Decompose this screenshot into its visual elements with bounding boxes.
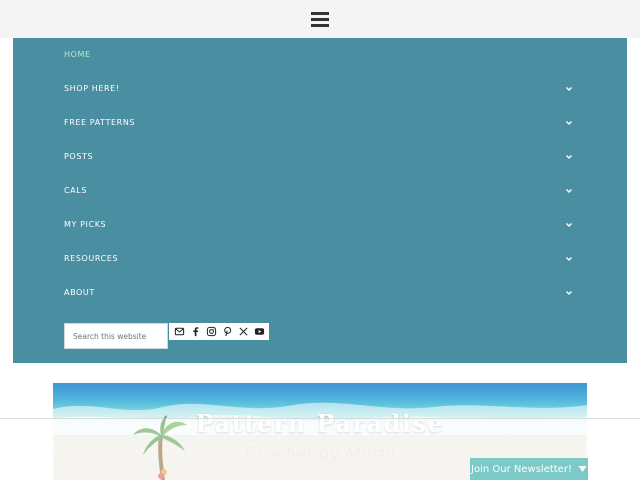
chevron-down-icon[interactable] (564, 186, 574, 196)
search-input[interactable] (64, 323, 168, 349)
menu-item-label: HOME (64, 50, 91, 59)
menu-item-free-patterns[interactable]: FREE PATTERNS (64, 114, 574, 134)
facebook-icon[interactable] (190, 326, 201, 337)
menu-item-label: SHOP HERE! (64, 84, 120, 93)
menu-item-about[interactable]: ABOUT (64, 284, 574, 304)
chevron-down-icon[interactable] (564, 288, 574, 298)
email-icon[interactable] (174, 326, 185, 337)
menu-item-posts[interactable]: POSTS (64, 148, 574, 168)
menu-item-label: MY PICKS (64, 220, 107, 229)
menu-item-label: RESOURCES (64, 254, 119, 263)
menu-item-home[interactable]: HOME (64, 46, 574, 66)
menu-item-shop-here[interactable]: SHOP HERE! (64, 80, 574, 100)
x-icon[interactable] (238, 326, 249, 337)
menu-item-label: CALS (64, 186, 87, 195)
social-icons (169, 323, 269, 340)
mobile-menu: HOME SHOP HERE! FREE PATTERNS POSTS CALS… (13, 38, 627, 363)
triangle-down-icon (578, 466, 587, 472)
chevron-down-icon[interactable] (564, 84, 574, 94)
instagram-icon[interactable] (206, 326, 217, 337)
menu-item-my-picks[interactable]: MY PICKS (64, 216, 574, 236)
menu-item-cals[interactable]: CALS (64, 182, 574, 202)
youtube-icon[interactable] (254, 326, 265, 337)
menu-item-label: ABOUT (64, 288, 95, 297)
top-bar (0, 0, 640, 38)
pinterest-icon[interactable] (222, 326, 233, 337)
newsletter-button[interactable]: Join Our Newsletter! (470, 458, 588, 480)
chevron-down-icon[interactable] (564, 152, 574, 162)
newsletter-label: Join Our Newsletter! (471, 463, 572, 475)
hamburger-icon[interactable] (311, 11, 329, 28)
chevron-down-icon[interactable] (564, 254, 574, 264)
menu-item-label: POSTS (64, 152, 94, 161)
menu-item-resources[interactable]: RESOURCES (64, 250, 574, 270)
chevron-down-icon[interactable] (564, 118, 574, 128)
chevron-down-icon[interactable] (564, 220, 574, 230)
menu-item-label: FREE PATTERNS (64, 118, 136, 127)
